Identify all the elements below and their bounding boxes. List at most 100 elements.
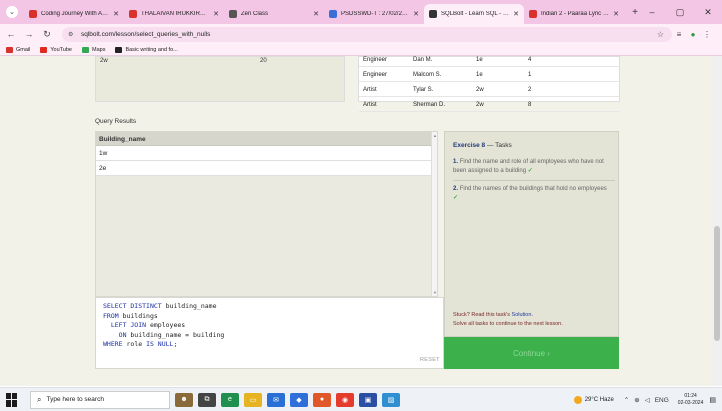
volume-icon[interactable]: ◁	[645, 396, 650, 404]
employee-years-cell: 4	[528, 57, 532, 63]
close-tab-icon[interactable]: ✕	[313, 10, 319, 18]
close-tab-icon[interactable]: ✕	[413, 10, 419, 18]
sql-text: ;	[173, 340, 178, 348]
results-scrollbar[interactable]: ▲ ▼	[431, 132, 437, 296]
bookmark-star-icon[interactable]: ☆	[657, 30, 664, 39]
site-info-icon[interactable]: ⚙	[68, 31, 77, 38]
close-tab-icon[interactable]: ✕	[113, 10, 119, 18]
tab-favicon-icon	[529, 10, 537, 18]
profile-icon[interactable]: ●	[686, 30, 700, 39]
language-indicator[interactable]: ENG	[655, 397, 669, 404]
weather-text: 29°C Haze	[584, 397, 614, 403]
network-icon[interactable]: ⊕	[634, 396, 639, 404]
browser-menu-icon[interactable]: ⋮	[700, 30, 714, 39]
exercise-panel: Exercise 8 — Tasks 1. Find the name and …	[444, 131, 619, 337]
stuck-suffix: .	[531, 312, 533, 318]
photos-icon[interactable]: ▨	[382, 392, 400, 407]
weather-widget[interactable]: 29°C Haze	[573, 396, 614, 404]
sql-text: employees	[146, 321, 186, 329]
bookmark-item[interactable]: YouTube	[40, 46, 72, 53]
close-window-icon[interactable]: ✕	[694, 7, 722, 18]
chrome-icon[interactable]: ◉	[336, 392, 354, 407]
reset-button[interactable]: RESET	[420, 357, 440, 363]
sql-editor[interactable]: SELECT DISTINCT building_name FROM buildi…	[95, 297, 444, 369]
taskbar-search-placeholder: Type here to search	[46, 396, 104, 403]
tab-favicon-icon	[429, 10, 437, 18]
url-field[interactable]: ⚙ sqlbolt.com/lesson/select_queries_with…	[62, 26, 672, 42]
sql-text: buildings	[118, 311, 158, 320]
sql-text: building_name	[161, 302, 217, 310]
system-tray: 29°C Haze ⌃ ⊕ ◁ ENG 01:24 02-03-2024 ▤	[573, 388, 716, 411]
tray-chevron-icon[interactable]: ⌃	[624, 396, 629, 404]
bookmark-icon	[6, 46, 13, 53]
browser-tab[interactable]: Coding Journey With Aless ✕	[24, 4, 124, 24]
employee-building-cell: 2w	[476, 87, 484, 93]
close-tab-icon[interactable]: ✕	[213, 10, 219, 18]
tab-title: THALAIVAN IRUKKIRAN | T	[141, 11, 210, 17]
table-row: Engineer Malcom S. 1e 1	[359, 68, 619, 82]
bookmark-item[interactable]: Maps	[82, 46, 105, 53]
firefox-icon[interactable]: ●	[313, 392, 331, 407]
tab-title: Coding Journey With Aless	[41, 11, 110, 17]
stuck-text: Stuck? Read this task's Solution.	[453, 312, 533, 318]
task-divider	[453, 180, 615, 181]
employees-table-fragment: Engineer Dan M. 1e 4 Engineer Malcom S. 1e 1 Art…	[358, 56, 620, 112]
taskbar-search[interactable]: ⌕ Type here to search	[30, 390, 170, 409]
solution-link[interactable]: Solution	[512, 312, 532, 318]
edge-icon[interactable]: e	[221, 392, 239, 407]
browser-tab[interactable]: THALAIVAN IRUKKIRAN | T ✕	[124, 4, 224, 24]
close-tab-icon[interactable]: ✕	[513, 10, 519, 18]
mail-icon[interactable]: ✉	[267, 392, 285, 407]
extensions-icon[interactable]: ≡	[672, 30, 686, 39]
scroll-up-icon[interactable]: ▲	[433, 133, 437, 138]
scrollbar-thumb[interactable]	[714, 226, 720, 341]
app-icon[interactable]: ▣	[359, 392, 377, 407]
windows-start-icon[interactable]	[6, 392, 20, 407]
file-explorer-icon[interactable]: ▭	[244, 392, 262, 407]
windows-taskbar: ⌕ Type here to search ☻ ⧉ e ▭ ✉ ◆ ● ◉ ▣ …	[0, 387, 722, 411]
clock[interactable]: 01:24 02-03-2024	[678, 393, 704, 407]
task-item: 1. Find the name and role of all employe…	[453, 158, 613, 176]
query-results-label: Query Results	[95, 118, 137, 125]
capacity-cell: 20	[260, 58, 267, 64]
bookmark-label: YouTube	[50, 46, 72, 53]
employee-years-cell: 1	[528, 72, 532, 78]
tab-search-icon[interactable]: ⌄	[6, 6, 18, 18]
continue-button[interactable]: Continue ›	[444, 337, 619, 369]
dropbox-icon[interactable]: ◆	[290, 392, 308, 407]
code-line: SELECT DISTINCT building_name	[103, 302, 443, 312]
scroll-down-icon[interactable]: ▼	[433, 290, 437, 295]
bookmark-item[interactable]: Gmail	[6, 46, 30, 53]
back-icon[interactable]: ←	[4, 29, 18, 39]
widgets-icon[interactable]: ☻	[175, 392, 193, 407]
task-complete-check-icon: ✓	[453, 195, 459, 201]
browser-tab[interactable]: SQLBolt - Learn SQL - SQL ✕	[424, 4, 524, 24]
browser-tab[interactable]: Indian 2 - Paaraa Lyric Vid ✕	[524, 4, 624, 24]
exercise-title: Exercise 8 — Tasks	[453, 142, 512, 149]
browser-tab[interactable]: PSDSSWD-T : 27/02/2024 ✕	[324, 4, 424, 24]
sql-text: building_name = building	[126, 330, 225, 339]
maximize-icon[interactable]: ▢	[666, 7, 694, 18]
window-controls: – ▢ ✕	[638, 0, 722, 24]
tab-favicon-icon	[329, 10, 337, 18]
reload-icon[interactable]: ↻	[40, 29, 54, 40]
address-bar-row: ← → ↻ ⚙ sqlbolt.com/lesson/select_querie…	[0, 24, 722, 44]
exercise-number: Exercise 8	[453, 142, 486, 149]
close-tab-icon[interactable]: ✕	[613, 10, 619, 18]
bookmark-item[interactable]: Basic writing and fo...	[115, 46, 178, 53]
employee-role-cell: Engineer	[363, 57, 388, 63]
sql-keyword: IS NULL	[146, 340, 174, 348]
tab-title: Indian 2 - Paaraa Lyric Vid	[541, 11, 610, 17]
sql-keyword: WHERE	[103, 340, 123, 348]
page-scrollbar[interactable]	[712, 56, 722, 386]
forward-icon[interactable]: →	[22, 29, 36, 39]
browser-tab[interactable]: Zen Class ✕	[224, 4, 324, 24]
notifications-icon[interactable]: ▤	[709, 396, 716, 404]
employee-role-cell: Artist	[363, 87, 377, 93]
code-line: ON building_name = building	[103, 331, 443, 341]
task-view-icon[interactable]: ⧉	[198, 392, 216, 407]
bookmark-label: Basic writing and fo...	[125, 46, 178, 53]
tab-title: Zen Class	[241, 11, 269, 17]
stuck-prefix: Stuck? Read this task's	[453, 312, 512, 318]
minimize-icon[interactable]: –	[638, 7, 666, 17]
